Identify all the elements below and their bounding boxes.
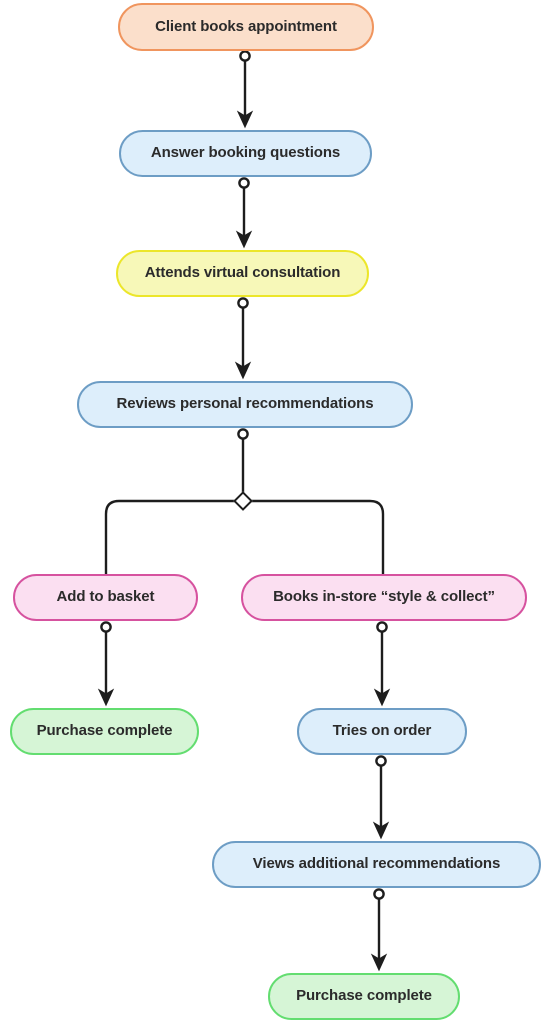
edge-n4-junction [237,428,249,494]
node-label: Reviews personal recommendations [116,395,374,413]
edge-source-dot [239,50,251,62]
edge-source-dot [238,177,250,189]
node-label: Client books appointment [155,17,337,35]
node-label: Add to basket [56,588,155,606]
node-attends-virtual-consultation[interactable]: Attends virtual consultation [116,250,369,297]
edge-views-recommendations-purchase [370,888,388,972]
node-views-additional-recommendations[interactable]: Views additional recommendations [212,841,541,888]
node-reviews-personal-recommendations[interactable]: Reviews personal recommendations [77,381,413,428]
edge-source-dot [373,888,385,900]
edge-junction-add-to-basket [104,499,236,574]
node-client-books-appointment[interactable]: Client books appointment [118,3,374,51]
edge-junction-books-in-store [250,499,385,574]
edge-source-dot [237,428,249,440]
node-label: Tries on order [332,722,432,740]
edge-n1-n2 [236,50,254,129]
node-purchase-complete-left[interactable]: Purchase complete [10,708,199,755]
edge-source-dot [376,621,388,633]
edge-source-dot [237,297,249,309]
node-purchase-complete-right[interactable]: Purchase complete [268,973,460,1020]
node-label: Books in-store “style & collect” [273,588,495,606]
node-tries-on-order[interactable]: Tries on order [297,708,467,755]
node-label: Purchase complete [296,987,432,1005]
flowchart-canvas: Client books appointment Answer booking … [0,0,541,1024]
decision-junction-diamond[interactable] [233,491,253,511]
edge-source-dot [375,755,387,767]
node-books-in-store-style-and-collect[interactable]: Books in-store “style & collect” [241,574,527,621]
node-label: Views additional recommendations [252,855,501,873]
node-answer-booking-questions[interactable]: Answer booking questions [119,130,372,177]
edge-n2-n3 [235,177,253,249]
node-add-to-basket[interactable]: Add to basket [13,574,198,621]
node-label: Answer booking questions [150,144,341,162]
node-label: Attends virtual consultation [144,264,341,282]
edge-books-in-store-tries-on-order [373,621,391,707]
edge-add-to-basket-purchase [97,621,115,707]
node-label: Purchase complete [36,722,173,740]
edge-source-dot [100,621,112,633]
edge-tries-on-order-views-recommendations [372,755,390,840]
edge-n3-n4 [234,297,252,380]
